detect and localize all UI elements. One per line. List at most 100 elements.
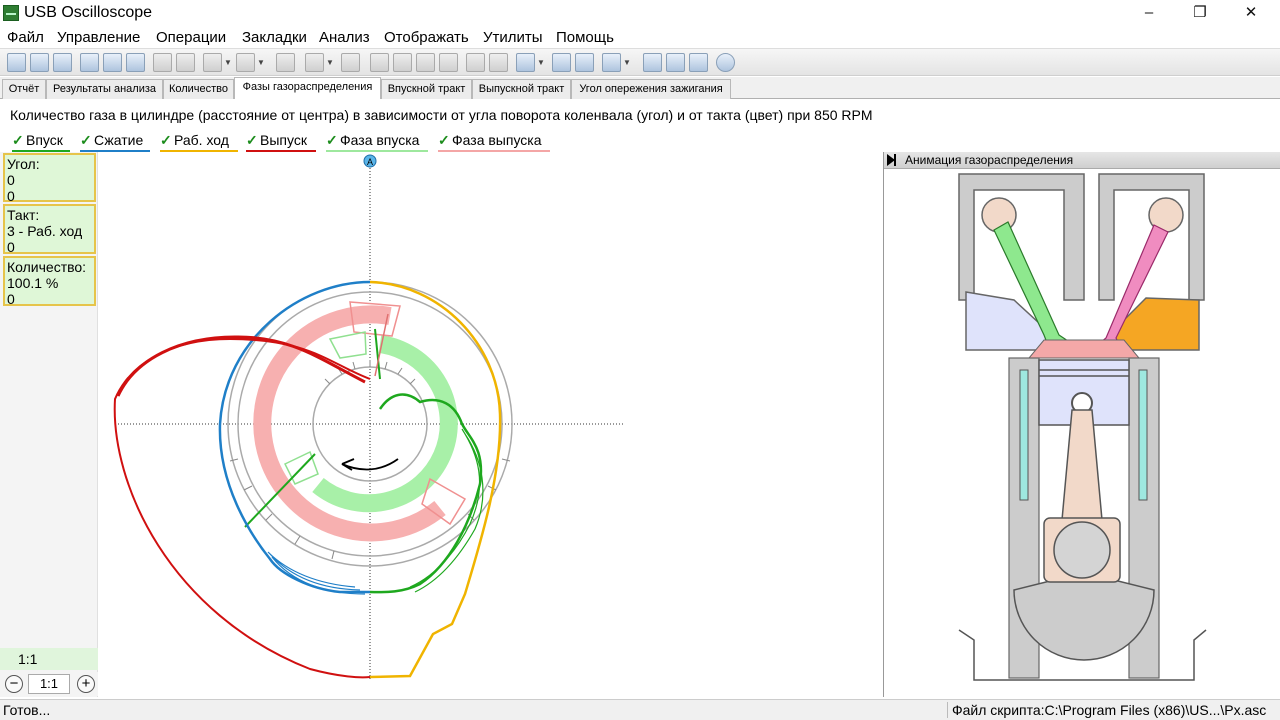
tab-ignition-timing[interactable]: Угол опережения зажигания <box>571 79 731 99</box>
angle-value: 0 <box>7 172 15 188</box>
coolant-right <box>1138 369 1148 501</box>
checkbox-icon[interactable]: ✓ <box>246 133 258 147</box>
menu-file[interactable]: Файл <box>7 29 44 46</box>
document-icon[interactable] <box>439 53 458 72</box>
checkbox-icon[interactable]: ✓ <box>160 133 172 147</box>
chevron-down-icon[interactable]: ▼ <box>257 53 265 72</box>
paste-icon[interactable] <box>103 53 122 72</box>
status-text: Готов... <box>3 702 51 718</box>
menu-help[interactable]: Помощь <box>556 29 614 46</box>
chart-title: Количество газа в цилиндре (расстояние о… <box>10 107 873 123</box>
check-down-icon[interactable] <box>393 53 412 72</box>
tab-valve-timing[interactable]: Фазы газораспределения <box>234 77 381 99</box>
animation-panel: Анимация газораспределения <box>883 152 1280 697</box>
checkbox-icon[interactable]: ✓ <box>12 133 24 147</box>
zoom-out-button[interactable]: − <box>5 675 23 693</box>
open-icon[interactable] <box>7 53 26 72</box>
script-file-path: Файл скрипта:C:\Program Files (x86)\US..… <box>952 702 1267 718</box>
check-icon[interactable] <box>370 53 389 72</box>
grid-icon[interactable] <box>466 53 485 72</box>
stroke-info-box: Такт: 3 - Раб. ход 0 <box>3 204 96 255</box>
tab-analysis-results[interactable]: Результаты анализа <box>46 79 163 99</box>
legend-intake-phase[interactable]: ✓ Фаза впуска <box>326 131 428 152</box>
coolant-left <box>1019 369 1029 501</box>
engine-animation <box>958 173 1207 681</box>
minimize-button[interactable]: – <box>1126 0 1172 26</box>
copy-image-icon[interactable] <box>80 53 99 72</box>
animation-title: Анимация газораспределения <box>905 153 1074 167</box>
quantity-value-secondary: 0 <box>7 291 15 307</box>
zoom-in-button[interactable]: + <box>77 675 95 693</box>
scale-label: 1:1 <box>0 648 98 670</box>
stop-icon[interactable] <box>575 53 594 72</box>
crank-journal <box>1053 521 1111 579</box>
compression-curve <box>218 280 371 594</box>
folder-icon[interactable] <box>516 53 535 72</box>
play-icon[interactable] <box>552 53 571 72</box>
help-icon[interactable] <box>716 53 735 72</box>
delete-icon[interactable] <box>341 53 360 72</box>
tdc-marker-label: A <box>367 157 373 167</box>
valve-timing-chart[interactable]: A <box>99 152 882 697</box>
title-bar: USB Oscilloscope – ❐ ✕ <box>0 0 1280 26</box>
chevron-down-icon[interactable]: ▼ <box>623 53 631 72</box>
print-icon[interactable] <box>53 53 72 72</box>
expand-arrow-icon[interactable] <box>887 154 896 166</box>
zoom-ratio-field[interactable]: 1:1 <box>28 674 70 694</box>
legend-compression[interactable]: ✓ Сжатие <box>80 131 150 152</box>
menu-operations[interactable]: Операции <box>156 29 226 46</box>
polar-plot: A <box>113 154 623 679</box>
legend-intake[interactable]: ✓ Впуск <box>12 131 70 152</box>
undo-icon[interactable] <box>276 53 295 72</box>
tab-report[interactable]: Отчёт <box>2 79 46 99</box>
animation-header[interactable]: Анимация газораспределения <box>884 152 1280 169</box>
cursor-icon[interactable] <box>176 53 195 72</box>
menu-bar: Файл Управление Операции Закладки Анализ… <box>0 26 1280 48</box>
angle-label: Угол: <box>7 156 40 172</box>
window-title: USB Oscilloscope <box>24 4 153 21</box>
quantity-info-box: Количество: 100.1 % 0 <box>3 256 96 307</box>
pen-icon[interactable] <box>126 53 145 72</box>
layers-icon[interactable] <box>489 53 508 72</box>
chevron-down-icon[interactable]: ▼ <box>326 53 334 72</box>
save-icon[interactable] <box>30 53 49 72</box>
display-settings-icon[interactable] <box>602 53 621 72</box>
legend-exhaust-phase[interactable]: ✓ Фаза выпуска <box>438 131 550 152</box>
toolbar: ▼ ▼ ▼ ▼ ▼ <box>0 48 1280 76</box>
stroke-label: Такт: <box>7 207 40 223</box>
combustion-chamber <box>1027 339 1141 359</box>
remove-icon[interactable] <box>689 53 708 72</box>
checkbox-icon[interactable]: ✓ <box>438 133 450 147</box>
check-all-icon[interactable] <box>416 53 435 72</box>
tab-exhaust-tract[interactable]: Выпускной тракт <box>472 79 571 99</box>
signal-icon[interactable] <box>203 53 222 72</box>
checkbox-icon[interactable]: ✓ <box>80 133 92 147</box>
menu-analysis[interactable]: Анализ <box>319 29 370 46</box>
menu-control[interactable]: Управление <box>57 29 140 46</box>
chevron-down-icon[interactable]: ▼ <box>537 53 545 72</box>
measure-icon[interactable] <box>153 53 172 72</box>
quantity-value: 100.1 % <box>7 275 59 291</box>
intake-open-marker <box>328 331 367 359</box>
legend-exhaust[interactable]: ✓ Выпуск <box>246 131 316 152</box>
menu-utilities[interactable]: Утилиты <box>483 29 543 46</box>
legend-power[interactable]: ✓ Раб. ход <box>160 131 238 152</box>
tab-intake-tract[interactable]: Впускной тракт <box>381 79 472 99</box>
maximize-button[interactable]: ❐ <box>1177 0 1223 26</box>
stroke-value-secondary: 0 <box>7 239 15 255</box>
close-button[interactable]: ✕ <box>1228 0 1274 26</box>
quantity-label: Количество: <box>7 259 87 275</box>
exhaust-curve-top <box>116 335 366 397</box>
menu-bookmarks[interactable]: Закладки <box>242 29 307 46</box>
chevron-down-icon[interactable]: ▼ <box>224 53 232 72</box>
menu-display[interactable]: Отображать <box>384 29 469 46</box>
signal-alt-icon[interactable] <box>236 53 255 72</box>
legend: ✓ Впуск ✓ Сжатие ✓ Раб. ход ✓ Выпуск ✓ Фаза в… <box>0 130 880 152</box>
tab-quantity[interactable]: Количество <box>163 79 234 99</box>
monitor-icon[interactable] <box>305 53 324 72</box>
checkbox-icon[interactable]: ✓ <box>326 133 338 147</box>
page-icon[interactable] <box>666 53 685 72</box>
chart-icon[interactable] <box>643 53 662 72</box>
angle-info-box: Угол: 0 0 <box>3 153 96 204</box>
tab-bar: Отчёт Результаты анализа Количество Фазы… <box>0 77 1280 99</box>
